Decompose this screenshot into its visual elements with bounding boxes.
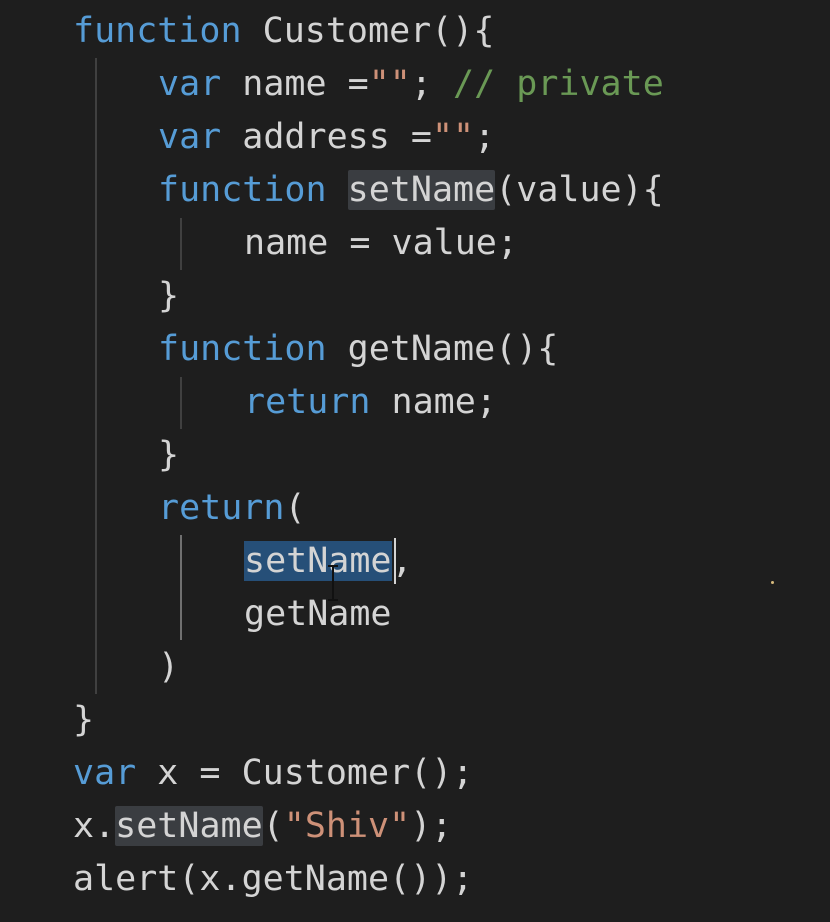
- code-token: var: [158, 117, 222, 157]
- code-token: getName: [244, 594, 392, 634]
- code-token: return: [244, 382, 371, 422]
- code-token: function: [73, 11, 242, 51]
- code-token: }: [73, 700, 95, 740]
- code-token: var: [73, 753, 137, 793]
- code-token: // private: [453, 64, 664, 104]
- code-token: function: [158, 170, 327, 210]
- code-token: getName(){: [326, 329, 559, 369]
- code-line[interactable]: name = value;: [0, 217, 830, 270]
- code-token: address =: [221, 117, 432, 157]
- stray-dot: [771, 581, 774, 584]
- code-line[interactable]: ): [0, 641, 830, 694]
- code-line[interactable]: function setName(value){: [0, 164, 830, 217]
- code-token: x = Customer();: [136, 753, 474, 793]
- code-token: ;: [474, 117, 496, 157]
- code-token: );: [410, 806, 453, 846]
- indent-guide-setname-body: [180, 218, 182, 270]
- mouse-ibeam-icon: [326, 565, 340, 601]
- code-token: name =: [221, 64, 369, 104]
- code-line[interactable]: var x = Customer();: [0, 747, 830, 800]
- code-token: name;: [370, 382, 497, 422]
- code-line[interactable]: }: [0, 270, 830, 323]
- indent-guide-return-body: [180, 535, 182, 640]
- code-token: (: [284, 488, 306, 528]
- code-token: ): [158, 647, 180, 687]
- code-token: "Shiv": [283, 806, 411, 846]
- selected-token: setName: [244, 541, 392, 581]
- code-line[interactable]: }: [0, 429, 830, 482]
- code-line[interactable]: }: [0, 694, 830, 747]
- code-token: function: [158, 329, 327, 369]
- code-token: (value){: [495, 170, 664, 210]
- code-line[interactable]: return(: [0, 482, 830, 535]
- code-token: name = value;: [244, 223, 518, 263]
- code-token: (: [262, 806, 284, 846]
- code-token: alert(x.getName());: [73, 859, 474, 899]
- code-token: }: [158, 276, 180, 316]
- code-token: Customer(){: [241, 11, 495, 51]
- code-token: var: [158, 64, 222, 104]
- code-editor[interactable]: function Customer(){var name =""; // pri…: [0, 0, 830, 922]
- code-token: return: [158, 488, 285, 528]
- highlighted-occurrence: setName: [115, 806, 263, 846]
- code-line[interactable]: x.setName("Shiv");: [0, 800, 830, 853]
- code-token: }: [158, 435, 180, 475]
- code-line[interactable]: function getName(){: [0, 323, 830, 376]
- text-cursor: [394, 538, 396, 584]
- code-line[interactable]: var name =""; // private: [0, 58, 830, 111]
- code-token: x.: [73, 806, 116, 846]
- highlighted-occurrence: setName: [347, 170, 496, 210]
- code-line[interactable]: return name;: [0, 376, 830, 429]
- indent-guide-function-body: [95, 58, 97, 694]
- code-line[interactable]: function Customer(){: [0, 5, 830, 58]
- code-token: "": [368, 64, 411, 104]
- code-token: "": [431, 117, 475, 157]
- code-line[interactable]: alert(x.getName());: [0, 853, 830, 906]
- code-token: ;: [410, 64, 454, 104]
- indent-guide-getname-body: [180, 377, 182, 429]
- code-line[interactable]: setName,: [0, 535, 830, 588]
- code-line[interactable]: var address ="";: [0, 111, 830, 164]
- code-line[interactable]: getName: [0, 588, 830, 641]
